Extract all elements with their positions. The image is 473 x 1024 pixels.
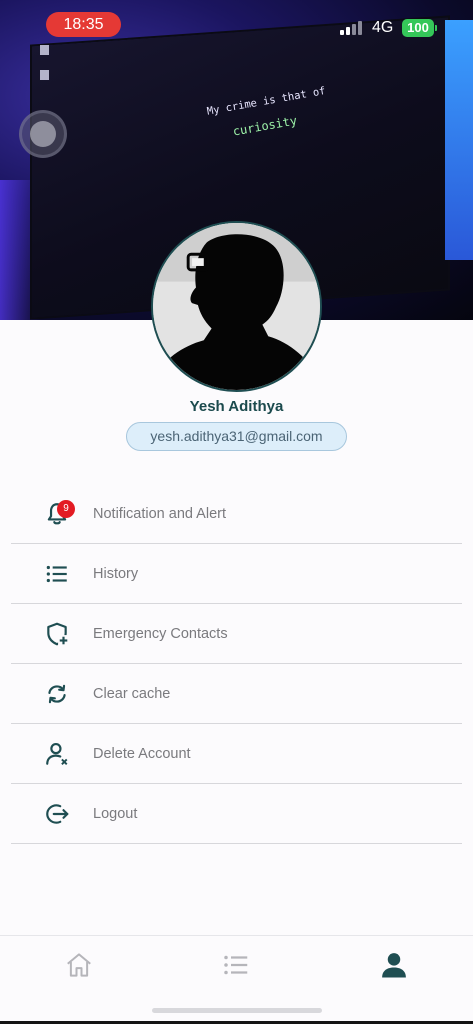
assistive-touch-button[interactable]	[19, 110, 67, 158]
menu-item-label: History	[93, 565, 139, 582]
user-remove-icon	[46, 742, 68, 765]
desktop-icon	[40, 45, 49, 55]
notification-badge: 9	[57, 500, 75, 518]
avatar[interactable]	[151, 221, 322, 392]
profile-icon[interactable]	[379, 950, 409, 980]
menu-item-emergency-contacts[interactable]: Emergency Contacts	[11, 604, 462, 664]
profile-email: yesh.adithya31@gmail.com	[126, 422, 347, 451]
home-icon[interactable]	[64, 950, 94, 980]
logout-icon	[46, 804, 69, 824]
home-indicator[interactable]	[152, 1008, 322, 1013]
settings-menu: 9 Notification and Alert History Emergen…	[11, 484, 462, 844]
menu-item-clear-cache[interactable]: Clear cache	[11, 664, 462, 724]
network-type: 4G	[372, 19, 394, 36]
desktop-icon	[40, 70, 49, 80]
menu-item-delete-account[interactable]: Delete Account	[11, 724, 462, 784]
menu-item-label: Delete Account	[93, 745, 191, 762]
refresh-icon	[48, 684, 66, 704]
signal-icon	[340, 21, 366, 35]
cover-monitor-edge	[445, 20, 473, 260]
list-icon[interactable]	[221, 950, 251, 980]
menu-item-logout[interactable]: Logout	[11, 784, 462, 844]
menu-item-notifications[interactable]: 9 Notification and Alert	[11, 484, 462, 544]
profile-name: Yesh Adithya	[189, 398, 284, 415]
avatar-silhouette	[153, 223, 320, 390]
shield-plus-icon	[47, 622, 69, 646]
list-icon	[46, 565, 67, 583]
menu-item-label: Notification and Alert	[93, 505, 226, 522]
menu-item-label: Emergency Contacts	[93, 625, 228, 642]
battery-indicator: 100	[402, 19, 437, 37]
menu-item-label: Clear cache	[93, 685, 171, 702]
status-time: 18:35	[46, 12, 121, 37]
menu-item-history[interactable]: History	[11, 544, 462, 604]
menu-item-label: Logout	[93, 805, 138, 822]
